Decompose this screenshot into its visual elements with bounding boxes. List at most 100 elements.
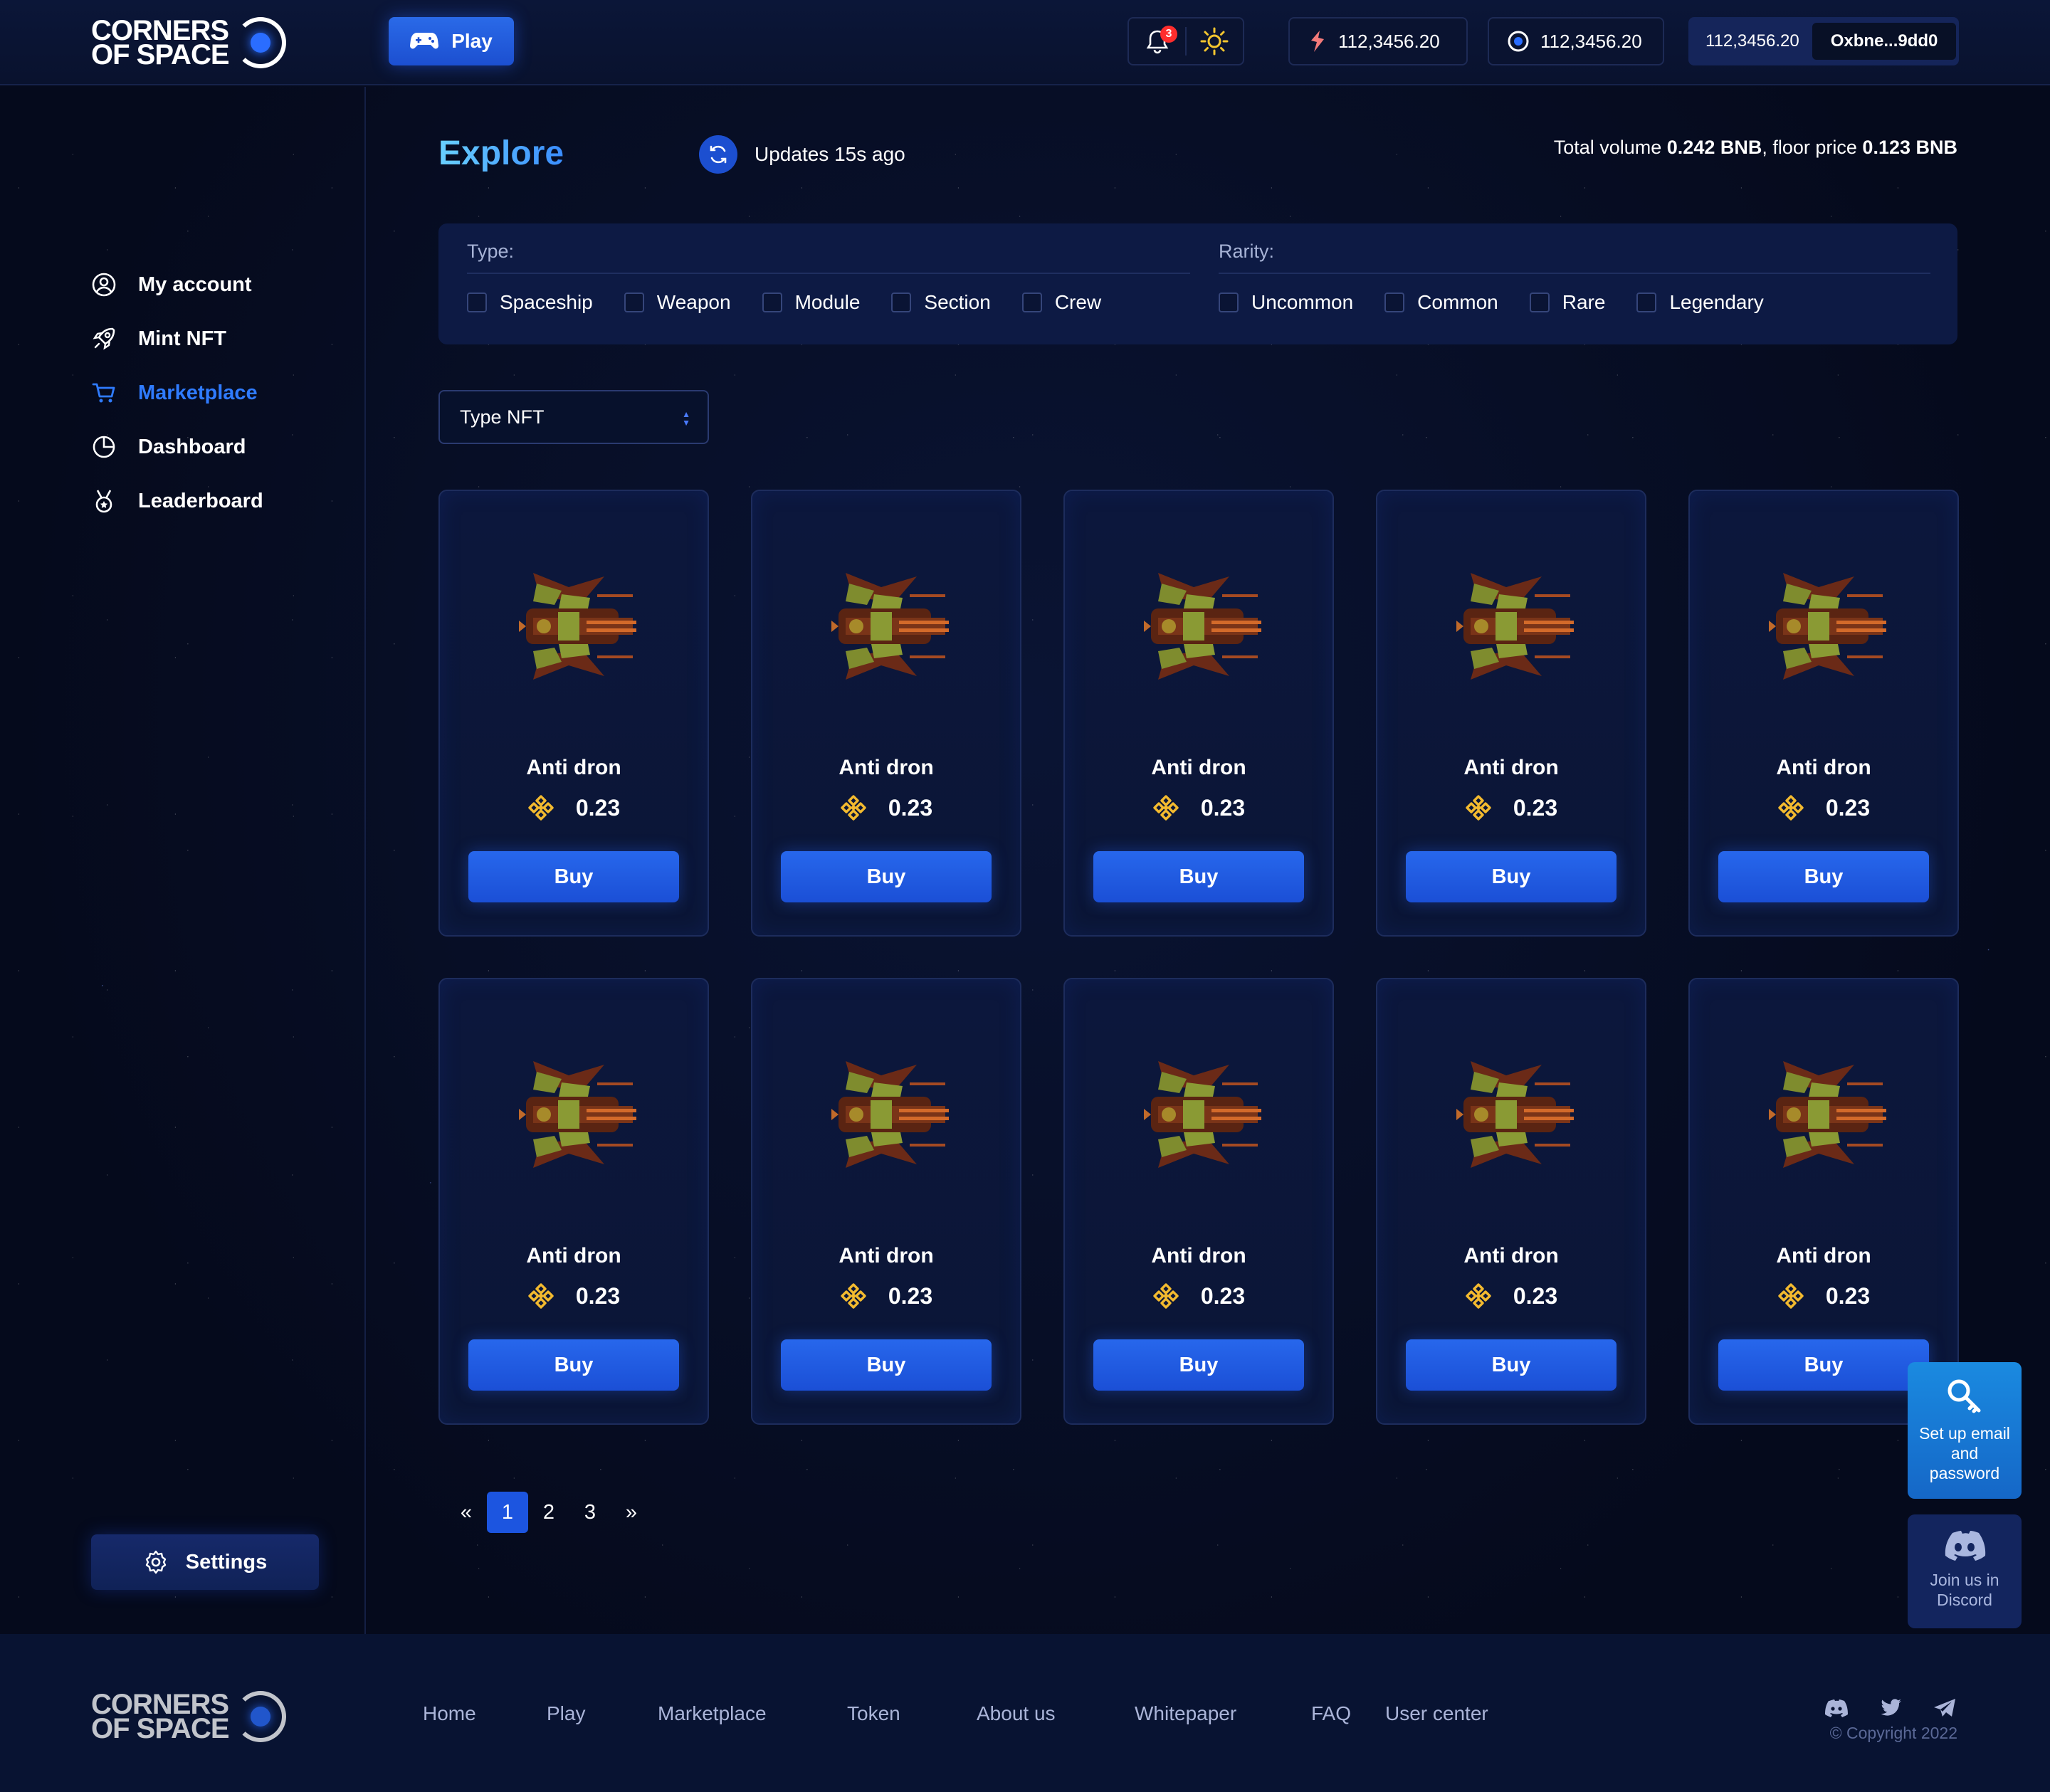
type-nft-select[interactable]: Type NFT ▲ ▼ <box>438 390 709 444</box>
discord-join-button[interactable]: Join us in Discord <box>1908 1514 2022 1628</box>
next-page-button[interactable]: » <box>611 1492 652 1533</box>
nft-name: Anti dron <box>839 1244 934 1267</box>
wallet-address[interactable]: Oxbne...9dd0 <box>1812 23 1957 60</box>
spaceship-image <box>519 573 636 680</box>
buy-button[interactable]: Buy <box>1406 1339 1617 1391</box>
sidebar-item-my-account[interactable]: My account <box>91 270 252 299</box>
footer-link-home[interactable]: Home <box>423 1702 547 1725</box>
sidebar-item-marketplace[interactable]: Marketplace <box>91 379 258 407</box>
sidebar-item-mint-nft[interactable]: Mint NFT <box>91 325 226 353</box>
nft-price-value: 0.23 <box>1200 1282 1246 1309</box>
wallet-widget[interactable]: 112,3456.20 Oxbne...9dd0 <box>1688 17 1959 65</box>
nft-card[interactable]: Anti dron 0.23 Buy <box>1688 490 1959 937</box>
page-1-button[interactable]: 1 <box>487 1492 528 1533</box>
buy-button[interactable]: Buy <box>468 851 679 902</box>
brand-logo[interactable]: CORNERS OF SPACE <box>91 16 286 69</box>
filter-rarity-uncommon[interactable]: Uncommon <box>1219 291 1353 314</box>
footer-link-user-center[interactable]: User center <box>1385 1702 1488 1725</box>
nft-card[interactable]: Anti dron 0.23 Buy <box>751 978 1021 1425</box>
logo-line-2: OF SPACE <box>91 1713 230 1744</box>
option-label: Spaceship <box>500 291 593 313</box>
telegram-icon[interactable] <box>1932 1695 1957 1721</box>
bnb-icon <box>528 1283 554 1309</box>
theme-toggle-button[interactable] <box>1187 19 1243 64</box>
nft-card[interactable]: Anti dron 0.23 Buy <box>438 490 709 937</box>
checkbox[interactable] <box>624 292 644 312</box>
buy-button[interactable]: Buy <box>781 1339 992 1391</box>
volume-prefix: Total volume <box>1553 137 1667 158</box>
account-setup-button[interactable]: Set up email and password <box>1908 1362 2022 1499</box>
option-label: Weapon <box>656 291 731 313</box>
nft-card[interactable]: Anti dron 0.23 Buy <box>1376 978 1646 1425</box>
filter-rarity-legendary[interactable]: Legendary <box>1636 291 1764 314</box>
checkbox[interactable] <box>1636 292 1657 312</box>
sort-arrows-icon: ▲ ▼ <box>682 409 690 428</box>
play-label: Play <box>451 30 493 52</box>
play-button[interactable]: Play <box>389 17 514 65</box>
buy-button[interactable]: Buy <box>1093 1339 1304 1391</box>
checkbox[interactable] <box>891 292 912 312</box>
sidebar-item-leaderboard[interactable]: Leaderboard <box>91 487 263 515</box>
bnb-icon <box>1778 795 1804 821</box>
footer-logo[interactable]: CORNERS OF SPACE <box>91 1690 286 1744</box>
filter-type-section[interactable]: Section <box>891 291 991 314</box>
token-balance-1[interactable]: 112,3456.20 <box>1288 17 1468 65</box>
nft-card[interactable]: Anti dron 0.23 Buy <box>1063 490 1334 937</box>
spaceship-image <box>1144 1061 1261 1168</box>
nft-card[interactable]: Anti dron 0.23 Buy <box>1063 978 1334 1425</box>
nft-card[interactable]: Anti dron 0.23 Buy <box>1376 490 1646 937</box>
footer-link-whitepaper[interactable]: Whitepaper <box>1135 1702 1311 1725</box>
bnb-icon <box>1153 1283 1179 1309</box>
filter-type-spaceship[interactable]: Spaceship <box>467 291 593 314</box>
footer-link-marketplace[interactable]: Marketplace <box>658 1702 847 1725</box>
checkbox[interactable] <box>467 292 487 312</box>
footer-link-about-us[interactable]: About us <box>977 1702 1135 1725</box>
discord-icon <box>1945 1531 1986 1561</box>
bnb-icon <box>528 795 554 821</box>
bnb-icon <box>841 795 866 821</box>
discord-icon[interactable] <box>1824 1695 1849 1721</box>
buy-button[interactable]: Buy <box>1406 851 1617 902</box>
refresh-icon[interactable] <box>699 135 737 174</box>
checkbox[interactable] <box>1021 292 1042 312</box>
page-2-button[interactable]: 2 <box>528 1492 569 1533</box>
filter-type-weapon[interactable]: Weapon <box>624 291 731 314</box>
filter-type-crew[interactable]: Crew <box>1021 291 1101 314</box>
nft-card[interactable]: Anti dron 0.23 Buy <box>1688 978 1959 1425</box>
nft-card[interactable]: Anti dron 0.23 Buy <box>751 490 1021 937</box>
footer-link-play[interactable]: Play <box>547 1702 658 1725</box>
checkbox[interactable] <box>1529 292 1550 312</box>
page-3-button[interactable]: 3 <box>569 1492 611 1533</box>
nft-price: 0.23 <box>1690 1282 1957 1309</box>
notifications-button[interactable]: 3 <box>1129 19 1185 64</box>
token-balance-2[interactable]: 112,3456.20 <box>1488 17 1664 65</box>
nft-name: Anti dron <box>1151 1244 1246 1267</box>
buy-button[interactable]: Buy <box>1093 851 1304 902</box>
footer-link-faq[interactable]: FAQ <box>1311 1702 1385 1725</box>
sidebar-item-dashboard[interactable]: Dashboard <box>91 433 246 461</box>
buy-button[interactable]: Buy <box>1718 1339 1929 1391</box>
nft-price: 0.23 <box>752 794 1020 821</box>
filter-rarity-common[interactable]: Common <box>1384 291 1498 314</box>
social-links <box>1824 1695 1957 1721</box>
filter-rarity-rare[interactable]: Rare <box>1529 291 1605 314</box>
twitter-icon[interactable] <box>1878 1695 1903 1721</box>
updates-text: Updates 15s ago <box>755 143 905 165</box>
filter-type-module[interactable]: Module <box>762 291 860 314</box>
spaceship-image <box>519 1061 636 1168</box>
sidebar-item-label: Mint NFT <box>138 327 227 350</box>
footer-link-token[interactable]: Token <box>847 1702 977 1725</box>
account-setup-label: Set up email and password <box>1919 1424 2010 1482</box>
checkbox[interactable] <box>1219 292 1239 312</box>
buy-button[interactable]: Buy <box>468 1339 679 1391</box>
buy-button[interactable]: Buy <box>1718 851 1929 902</box>
nft-name: Anti dron <box>526 756 621 779</box>
option-label: Common <box>1417 291 1498 313</box>
buy-button[interactable]: Buy <box>781 851 992 902</box>
settings-button[interactable]: Settings <box>91 1534 319 1590</box>
checkbox[interactable] <box>1384 292 1405 312</box>
prev-page-button[interactable]: « <box>446 1492 487 1533</box>
checkbox[interactable] <box>762 292 782 312</box>
nft-card[interactable]: Anti dron 0.23 Buy <box>438 978 709 1425</box>
nft-price: 0.23 <box>1065 1282 1332 1309</box>
